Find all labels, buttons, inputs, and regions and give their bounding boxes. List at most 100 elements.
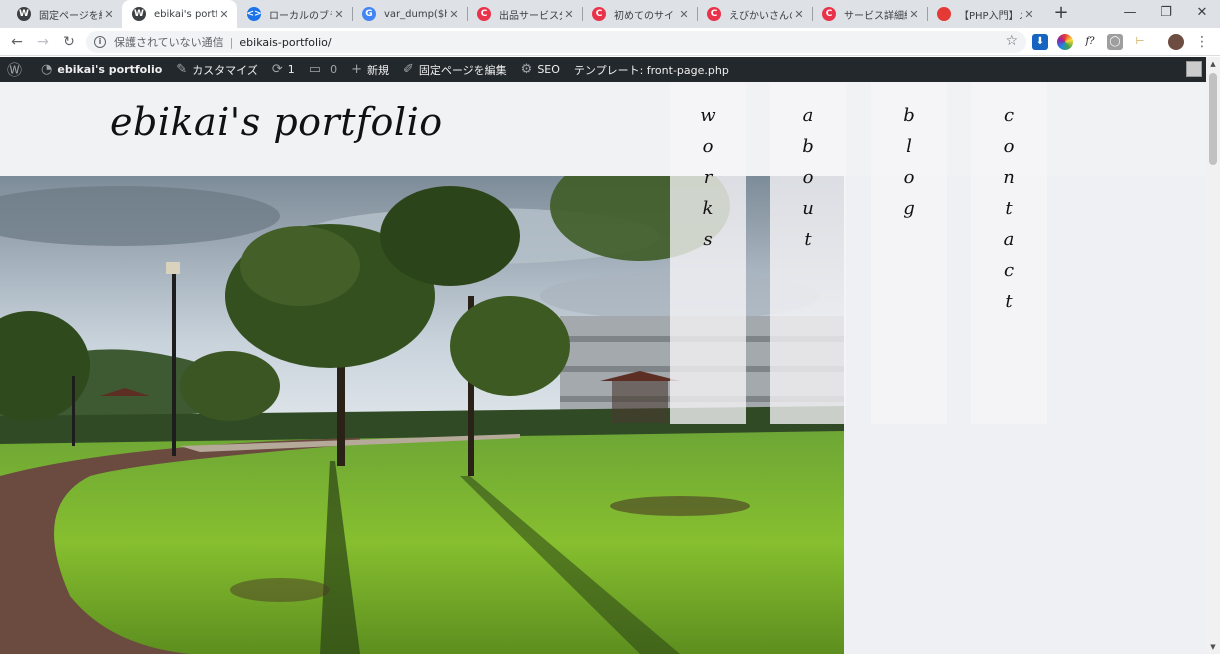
comment-icon: ▭: [308, 62, 322, 77]
tab-separator: [927, 7, 928, 21]
code-icon: <>: [246, 7, 262, 21]
nav-letter: o: [1003, 136, 1015, 157]
nav-letter: n: [1003, 167, 1015, 188]
nav-item-about[interactable]: about: [770, 82, 846, 424]
close-tab-icon[interactable]: ✕: [562, 8, 576, 21]
tab-title: 【PHP入門】メー: [959, 10, 1022, 22]
tab-title: var_dump($hoge: [384, 8, 447, 20]
customize-label: カスタマイズ: [192, 63, 258, 77]
nav-item-blog[interactable]: blog: [871, 82, 947, 424]
seo-label: SEO: [537, 63, 560, 76]
nav-letter: l: [906, 136, 912, 157]
google-icon: G: [362, 7, 376, 21]
browser-tab[interactable]: 【PHP入門】メー✕: [927, 0, 1042, 28]
customize-link[interactable]: ✎ カスタマイズ: [169, 57, 265, 82]
browser-tab[interactable]: C 出品サービス分析✕: [467, 0, 582, 28]
tab-separator: [352, 7, 353, 21]
nav-letter: o: [802, 167, 814, 188]
nav-item-works[interactable]: works: [670, 82, 746, 424]
nav-letter: s: [703, 229, 713, 250]
page-scrollbar[interactable]: ▲ ▼: [1206, 57, 1220, 654]
browser-tab[interactable]: C サービス詳細編集✕: [812, 0, 927, 28]
tab-title: 初めてのサイト作: [614, 10, 677, 22]
url-text: ebikais-portfolio/: [239, 35, 332, 49]
browser-tab[interactable]: Webikai's portfolio✕: [122, 0, 237, 28]
omnibox-divider: |: [229, 35, 234, 49]
nav-letter: r: [703, 167, 713, 188]
profile-avatar[interactable]: [1168, 34, 1184, 50]
browser-tab[interactable]: Gvar_dump($hoge✕: [352, 0, 467, 28]
updates-count: 1: [287, 63, 295, 76]
nav-letter: c: [1003, 105, 1015, 126]
updates-link[interactable]: ⟳ 1: [265, 57, 302, 82]
tab-separator: [582, 7, 583, 21]
dashboard-icon: ◔: [41, 62, 53, 77]
nav-blog-letters: blog: [871, 100, 947, 224]
coconala-icon: C: [477, 7, 491, 21]
extension-badge-icon[interactable]: ◯: [1107, 34, 1123, 50]
close-tab-icon[interactable]: ✕: [677, 8, 691, 21]
site-name-link[interactable]: ◔ ebikai's portfolio: [34, 57, 169, 82]
close-tab-icon[interactable]: ✕: [102, 8, 116, 21]
tab-separator: [467, 7, 468, 21]
edit-page-link[interactable]: ✐ 固定ページを編集: [396, 57, 514, 82]
page-content: ebikai's portfolio w o r k s a b o u t b…: [0, 82, 1206, 654]
gear-icon: ⚙: [520, 62, 533, 77]
nav-letter: b: [903, 105, 915, 126]
template-info[interactable]: テンプレート: front-page.php: [567, 57, 736, 82]
tab-separator: [697, 7, 698, 21]
tab-strip: + — ❐ ✕ W固定ページを編集✕Webikai's portfolio✕<>…: [0, 0, 1220, 28]
minimize-button[interactable]: —: [1112, 0, 1148, 28]
browser-tab[interactable]: C 初めてのサイト作✕: [582, 0, 697, 28]
back-icon[interactable]: ←: [6, 31, 28, 53]
forward-icon[interactable]: →: [32, 31, 54, 53]
close-tab-icon[interactable]: ✕: [447, 8, 461, 21]
nav-letter: t: [804, 229, 812, 250]
download-extension-icon[interactable]: ⬇: [1032, 34, 1048, 50]
restore-button[interactable]: ❐: [1148, 0, 1184, 28]
browser-tab[interactable]: C えびかいさんのプ✕: [697, 0, 812, 28]
tab-title: 固定ページを編集: [39, 10, 102, 22]
font-extension-icon[interactable]: f?: [1082, 34, 1098, 50]
nav-about-letters: about: [770, 100, 846, 255]
key-extension-icon[interactable]: ⊢: [1132, 34, 1148, 50]
nav-contact-letters: contact: [971, 100, 1047, 317]
comments-link[interactable]: ▭ 0: [302, 57, 344, 82]
reload-icon[interactable]: ↻: [58, 31, 80, 53]
close-tab-icon[interactable]: ✕: [332, 8, 346, 21]
browser-tab[interactable]: <> ローカルのブラウザ✕: [237, 0, 352, 28]
new-label: 新規: [366, 63, 389, 77]
bookmark-star-icon[interactable]: ☆: [1005, 33, 1018, 49]
nav-letter: k: [702, 198, 714, 219]
color-extension-icon[interactable]: [1057, 34, 1073, 50]
info-icon[interactable]: i: [94, 36, 106, 48]
nav-letter: a: [1003, 229, 1015, 250]
nav-letter: o: [903, 167, 915, 188]
pencil-icon: ✐: [402, 62, 414, 77]
browser-toolbar: ← → ↻ i 保護されていない通信 | ebikais-portfolio/ …: [0, 28, 1220, 56]
nav-item-contact[interactable]: contact: [971, 82, 1047, 424]
nav-letter: u: [802, 198, 814, 219]
address-bar[interactable]: i 保護されていない通信 | ebikais-portfolio/ ☆: [86, 31, 1026, 53]
close-tab-icon[interactable]: ✕: [792, 8, 806, 21]
menu-icon[interactable]: ⋮: [1194, 34, 1210, 50]
browser-tab[interactable]: W 固定ページを編集✕: [7, 0, 122, 28]
tab-title: ローカルのブラウザ: [269, 10, 332, 22]
new-tab-button[interactable]: +: [1050, 2, 1072, 26]
qiita-icon: [937, 7, 951, 21]
close-window-button[interactable]: ✕: [1184, 0, 1220, 28]
site-title[interactable]: ebikai's portfolio: [110, 100, 443, 144]
scroll-down-arrow[interactable]: ▼: [1206, 640, 1220, 654]
wp-logo-button[interactable]: Ⓦ: [0, 57, 34, 82]
scroll-up-arrow[interactable]: ▲: [1206, 57, 1220, 71]
nav-works-letters: works: [670, 100, 746, 255]
close-tab-icon[interactable]: ✕: [217, 8, 231, 21]
close-tab-icon[interactable]: ✕: [1022, 8, 1036, 21]
tab-separator: [812, 7, 813, 21]
nav-letter: t: [1005, 291, 1013, 312]
scroll-thumb[interactable]: [1209, 73, 1217, 165]
seo-link[interactable]: ⚙ SEO: [514, 57, 567, 82]
new-content-link[interactable]: + 新規: [344, 57, 396, 82]
user-avatar[interactable]: [1186, 61, 1202, 77]
close-tab-icon[interactable]: ✕: [907, 8, 921, 21]
